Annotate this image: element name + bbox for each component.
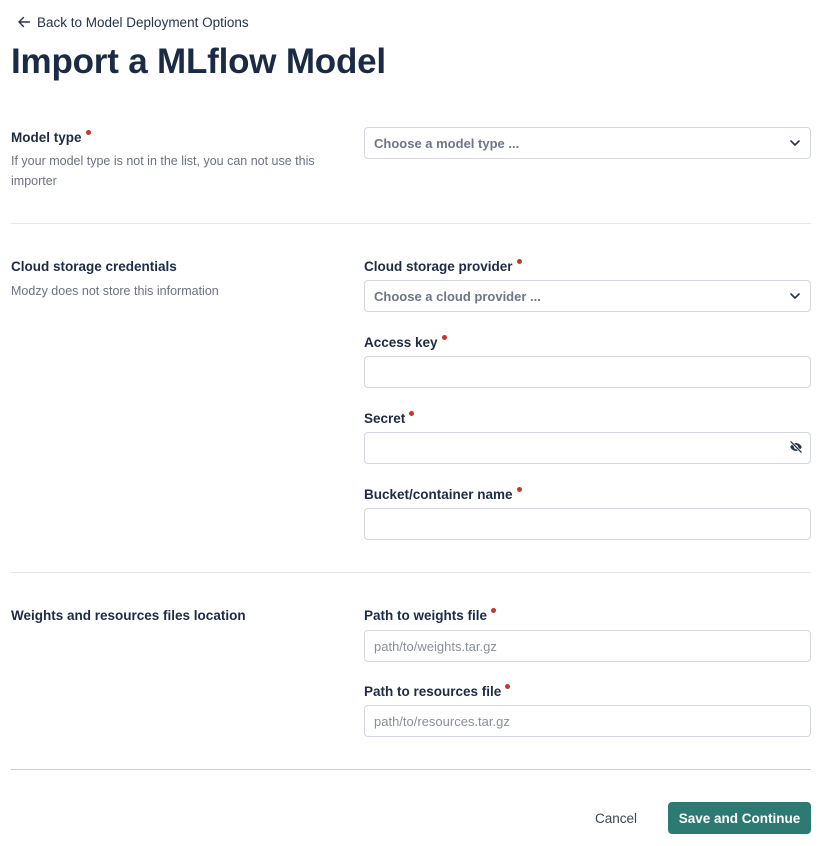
access-key-input[interactable] (364, 356, 811, 388)
required-indicator (491, 608, 497, 613)
bucket-name-label: Bucket/container name (364, 486, 522, 504)
required-indicator (409, 411, 415, 416)
required-indicator (85, 130, 91, 135)
model-type-section-label: Model type (11, 129, 91, 147)
section-divider (11, 572, 811, 573)
page-title: Import a MLflow Model (11, 42, 386, 81)
credentials-help-text: Modzy does not store this information (11, 284, 219, 298)
model-type-select-value: Choose a model type ... (374, 135, 520, 151)
secret-field (364, 432, 811, 464)
bucket-name-input[interactable] (364, 508, 811, 540)
required-indicator (516, 259, 522, 264)
chevron-down-icon (790, 293, 800, 299)
section-divider (11, 223, 811, 224)
files-section-label: Weights and resources files location (11, 608, 246, 623)
back-link[interactable]: Back to Model Deployment Options (17, 12, 249, 32)
save-and-continue-button[interactable]: Save and Continue (668, 802, 811, 834)
arrow-left-icon (18, 16, 31, 28)
required-indicator (516, 487, 522, 492)
model-type-help-text: If your model type is not in the list, y… (11, 154, 315, 188)
secret-input[interactable] (364, 432, 811, 464)
required-indicator (441, 335, 447, 340)
eye-slash-icon[interactable] (789, 440, 803, 454)
access-key-label: Access key (364, 334, 447, 352)
resources-path-input[interactable] (364, 705, 811, 737)
back-link-label: Back to Model Deployment Options (37, 14, 249, 30)
weights-path-label: Path to weights file (364, 607, 497, 625)
resources-path-label: Path to resources file (364, 683, 511, 701)
weights-path-input[interactable] (364, 630, 811, 662)
secret-label: Secret (364, 410, 415, 428)
cloud-provider-select[interactable]: Choose a cloud provider ... (364, 280, 811, 312)
model-type-select[interactable]: Choose a model type ... (364, 127, 811, 159)
required-indicator (505, 684, 511, 689)
footer-divider (11, 769, 811, 770)
credentials-section-label: Cloud storage credentials (11, 259, 177, 274)
cloud-provider-select-value: Choose a cloud provider ... (374, 288, 541, 304)
chevron-down-icon (790, 140, 800, 146)
cloud-provider-label: Cloud storage provider (364, 258, 522, 276)
cancel-button[interactable]: Cancel (583, 802, 649, 834)
